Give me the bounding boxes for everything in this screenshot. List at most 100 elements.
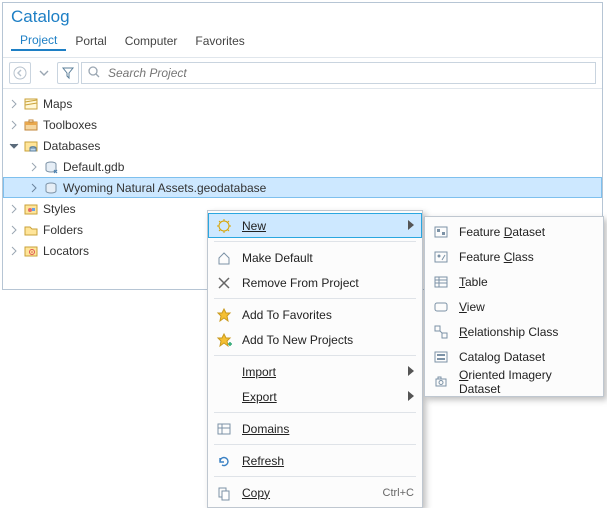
expand-icon[interactable] (9, 246, 19, 256)
submenu-feature-dataset[interactable]: Feature Dataset (425, 219, 603, 244)
oriented-imagery-icon (431, 372, 451, 392)
context-menu: New Make Default Remove From Project Add… (207, 210, 423, 508)
tab-computer[interactable]: Computer (116, 31, 187, 51)
menu-remove[interactable]: Remove From Project (208, 270, 422, 295)
panel-tabs: Project Portal Computer Favorites (3, 27, 602, 58)
search-input[interactable] (106, 65, 589, 81)
database-folder-icon (23, 138, 39, 154)
tree-label: Wyoming Natural Assets.geodatabase (63, 181, 266, 195)
geodatabase-icon (43, 159, 59, 175)
menu-label: Add To Favorites (242, 308, 414, 322)
styles-icon (23, 201, 39, 217)
toolbox-icon (23, 117, 39, 133)
menu-separator (214, 298, 416, 299)
menu-import[interactable]: Import (208, 359, 422, 384)
menu-label: Copy (242, 486, 375, 500)
menu-label: Table (459, 275, 595, 289)
menu-make-default[interactable]: Make Default (208, 245, 422, 270)
menu-domains[interactable]: Domains (208, 416, 422, 441)
filter-button[interactable] (57, 62, 79, 84)
tab-project[interactable]: Project (11, 30, 66, 51)
blank-icon (214, 387, 234, 407)
tab-favorites[interactable]: Favorites (186, 31, 253, 51)
toolbar (3, 58, 602, 89)
blank-icon (214, 362, 234, 382)
star-plus-icon (214, 330, 234, 350)
table-icon (431, 272, 451, 292)
menu-add-new-projects[interactable]: Add To New Projects (208, 327, 422, 352)
menu-label: New (242, 219, 400, 233)
submenu-table[interactable]: Table (425, 269, 603, 294)
expand-icon[interactable] (9, 120, 19, 130)
submenu-view[interactable]: View (425, 294, 603, 319)
tree-label: Maps (43, 97, 72, 111)
geodatabase-icon (43, 180, 59, 196)
context-submenu-new: Feature Dataset Feature Class Table View… (424, 216, 604, 397)
maps-icon (23, 96, 39, 112)
tree-item-toolboxes[interactable]: Toolboxes (3, 114, 602, 135)
menu-add-favorites[interactable]: Add To Favorites (208, 302, 422, 327)
tree-label: Databases (43, 139, 100, 153)
menu-label: Feature Dataset (459, 225, 595, 239)
submenu-arrow-icon (408, 390, 414, 404)
home-icon (214, 248, 234, 268)
menu-label: Import (242, 365, 400, 379)
tree-label: Toolboxes (43, 118, 97, 132)
menu-separator (214, 241, 416, 242)
menu-separator (214, 355, 416, 356)
expand-icon[interactable] (9, 99, 19, 109)
menu-export[interactable]: Export (208, 384, 422, 409)
submenu-oriented-imagery[interactable]: Oriented Imagery Dataset (425, 369, 603, 394)
menu-label: Oriented Imagery Dataset (459, 368, 595, 396)
new-icon (214, 216, 234, 236)
menu-label: Export (242, 390, 400, 404)
catalog-dataset-icon (431, 347, 451, 367)
dropdown-button[interactable] (33, 62, 55, 84)
tree-label: Styles (43, 202, 76, 216)
refresh-icon (214, 451, 234, 471)
tree-label: Folders (43, 223, 83, 237)
expand-icon[interactable] (29, 183, 39, 193)
back-button[interactable] (9, 62, 31, 84)
tree-item-maps[interactable]: Maps (3, 93, 602, 114)
tree-item-default-gdb[interactable]: Default.gdb (3, 156, 602, 177)
star-icon (214, 305, 234, 325)
feature-class-icon (431, 247, 451, 267)
menu-label: Catalog Dataset (459, 350, 595, 364)
submenu-arrow-icon (408, 365, 414, 379)
collapse-icon[interactable] (9, 141, 19, 151)
panel-title: Catalog (3, 3, 602, 27)
menu-refresh[interactable]: Refresh (208, 448, 422, 473)
tree-item-wyoming-gdb[interactable]: Wyoming Natural Assets.geodatabase (3, 177, 602, 198)
submenu-arrow-icon (408, 219, 414, 233)
menu-label: Remove From Project (242, 276, 414, 290)
view-icon (431, 297, 451, 317)
tree-label: Default.gdb (63, 160, 124, 174)
menu-label: Add To New Projects (242, 333, 414, 347)
menu-label: Make Default (242, 251, 414, 265)
menu-copy[interactable]: Copy Ctrl+C (208, 480, 422, 505)
remove-icon (214, 273, 234, 293)
submenu-catalog-dataset[interactable]: Catalog Dataset (425, 344, 603, 369)
menu-new[interactable]: New (208, 213, 422, 238)
submenu-relationship-class[interactable]: Relationship Class (425, 319, 603, 344)
tree-item-databases[interactable]: Databases (3, 135, 602, 156)
expand-icon[interactable] (29, 162, 39, 172)
menu-separator (214, 476, 416, 477)
search-icon (88, 66, 100, 81)
tree-label: Locators (43, 244, 89, 258)
tab-portal[interactable]: Portal (66, 31, 115, 51)
feature-dataset-icon (431, 222, 451, 242)
menu-label: View (459, 300, 595, 314)
expand-icon[interactable] (9, 225, 19, 235)
search-box[interactable] (81, 62, 596, 84)
relationship-icon (431, 322, 451, 342)
menu-separator (214, 444, 416, 445)
submenu-feature-class[interactable]: Feature Class (425, 244, 603, 269)
menu-shortcut: Ctrl+C (383, 487, 414, 499)
expand-icon[interactable] (9, 204, 19, 214)
menu-label: Relationship Class (459, 325, 595, 339)
folder-icon (23, 222, 39, 238)
menu-label: Refresh (242, 454, 414, 468)
menu-label: Feature Class (459, 250, 595, 264)
